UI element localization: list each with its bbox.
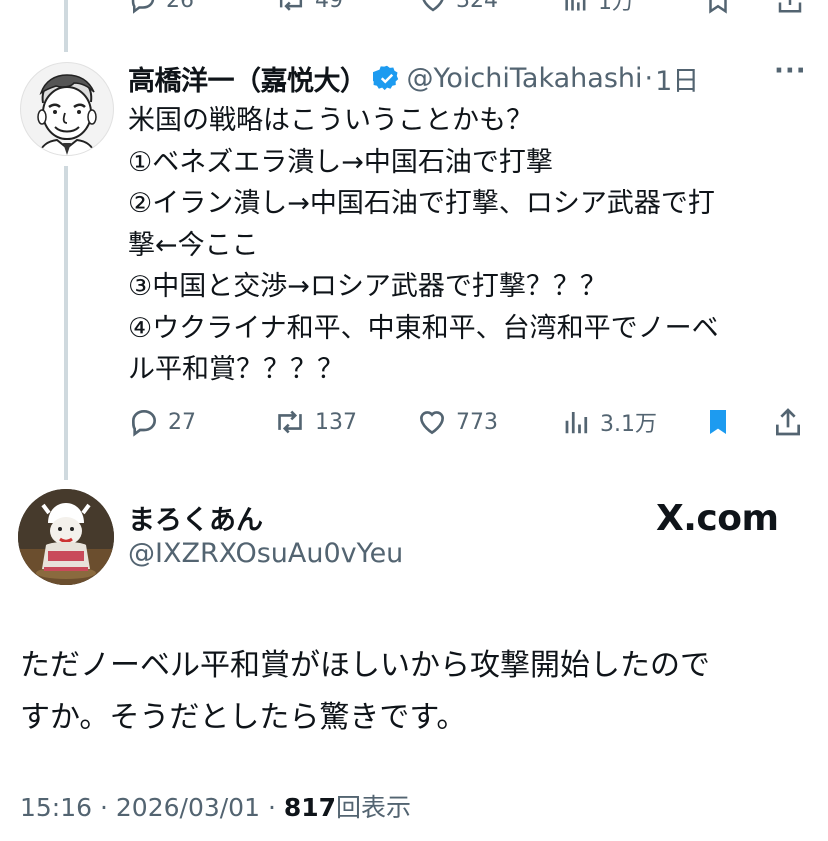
reply-date[interactable]: 2026/03/01	[116, 793, 260, 822]
share-icon	[776, 408, 800, 436]
reply-button[interactable]: 27	[128, 400, 196, 444]
views-icon	[565, 412, 588, 434]
reply-text: ただノーベル平和賞がほしいから攻撃開始したので すか。そうだとしたら驚きです。	[20, 640, 810, 744]
meta-dot: ·	[267, 793, 276, 822]
reply-line: ただノーベル平和賞がほしいから攻撃開始したので	[20, 648, 710, 683]
time-separator: ·	[644, 62, 654, 94]
reply-icon	[131, 0, 155, 14]
meta-dot: ·	[100, 793, 108, 822]
thread-line	[64, 166, 68, 480]
tweet-line: 撃←今ここ	[128, 229, 259, 261]
bookmark-filled-icon	[710, 410, 726, 434]
bookmark-button[interactable]	[703, 0, 741, 22]
view-count: 3.1万	[600, 412, 657, 437]
reply-time[interactable]: 15:16	[20, 793, 92, 822]
author-name[interactable]: 高橋洋一（嘉悦大）	[128, 59, 367, 98]
previous-tweet-actions: 26 49 324 1万	[0, 0, 828, 15]
tweet-header: 高橋洋一（嘉悦大） @YoichiTakahashi · 1日	[128, 58, 699, 98]
views-button[interactable]: 3.1万	[562, 400, 657, 444]
share-button[interactable]	[772, 400, 812, 444]
retweet-button[interactable]: 49	[275, 0, 343, 22]
bookmark-button[interactable]	[702, 400, 742, 444]
share-button[interactable]	[775, 0, 813, 22]
retweet-icon	[278, 410, 302, 434]
tweet-line: ル平和賞？？？？	[128, 354, 344, 385]
thread-line-top	[64, 0, 68, 52]
heart-icon	[422, 0, 444, 12]
retweet-count: 137	[315, 409, 357, 435]
tweet-line: ④ウクライナ和平、中東和平、台湾和平でノーベ	[128, 312, 719, 344]
tweet-line: ③中国と交渉→ロシア武器で打撃？？？	[128, 271, 607, 302]
retweet-icon	[279, 0, 303, 11]
reply-metadata: 15:16 · 2026/03/01 · 817回表示	[20, 788, 411, 824]
figurine-avatar-icon	[18, 489, 114, 585]
reply-count: 27	[168, 409, 196, 435]
reply-author-handle[interactable]: @IXZRXOsuAu0vYeu	[128, 538, 403, 569]
x-com-logo: X.com	[656, 498, 779, 539]
retweet-button[interactable]: 137	[273, 400, 357, 444]
tweet-time[interactable]: 1日	[655, 59, 699, 98]
more-options-icon[interactable]: ···	[774, 56, 807, 86]
bookmark-icon	[709, 0, 727, 14]
tweet-text: 米国の戦略はこういうことかも？ ①ベネズエラ潰し→中国石油で打撃 ②イラン潰し→…	[128, 100, 798, 391]
reply-view-label: 回表示	[336, 793, 412, 822]
share-icon	[778, 0, 802, 13]
tweet-actions: 27 137 773 3.1万	[128, 400, 808, 444]
views-icon	[565, 0, 586, 11]
reply-avatar[interactable]	[18, 489, 114, 585]
avatar[interactable]	[20, 62, 114, 156]
heart-icon	[419, 411, 445, 435]
reply-view-count: 817	[283, 793, 337, 822]
author-handle[interactable]: @YoichiTakahashi	[407, 63, 643, 94]
reply-author-name[interactable]: まろくあん	[128, 498, 263, 537]
views-button[interactable]: 1万	[562, 0, 634, 22]
reply-icon	[131, 409, 157, 437]
tweet-line: 米国の戦略はこういうことかも？	[128, 105, 533, 136]
reply-line: すか。そうだとしたら驚きです。	[20, 700, 467, 735]
tweet-line: ①ベネズエラ潰し→中国石油で打撃	[128, 146, 553, 178]
tweet-line: ②イラン潰し→中国石油で打撃、ロシア武器で打	[128, 188, 715, 219]
caricature-avatar-icon	[37, 74, 97, 155]
like-button[interactable]: 773	[416, 400, 498, 444]
like-button[interactable]: 324	[418, 0, 498, 22]
verified-badge-icon	[372, 64, 401, 92]
reply-button[interactable]: 26	[128, 0, 194, 22]
like-count: 773	[456, 409, 498, 435]
